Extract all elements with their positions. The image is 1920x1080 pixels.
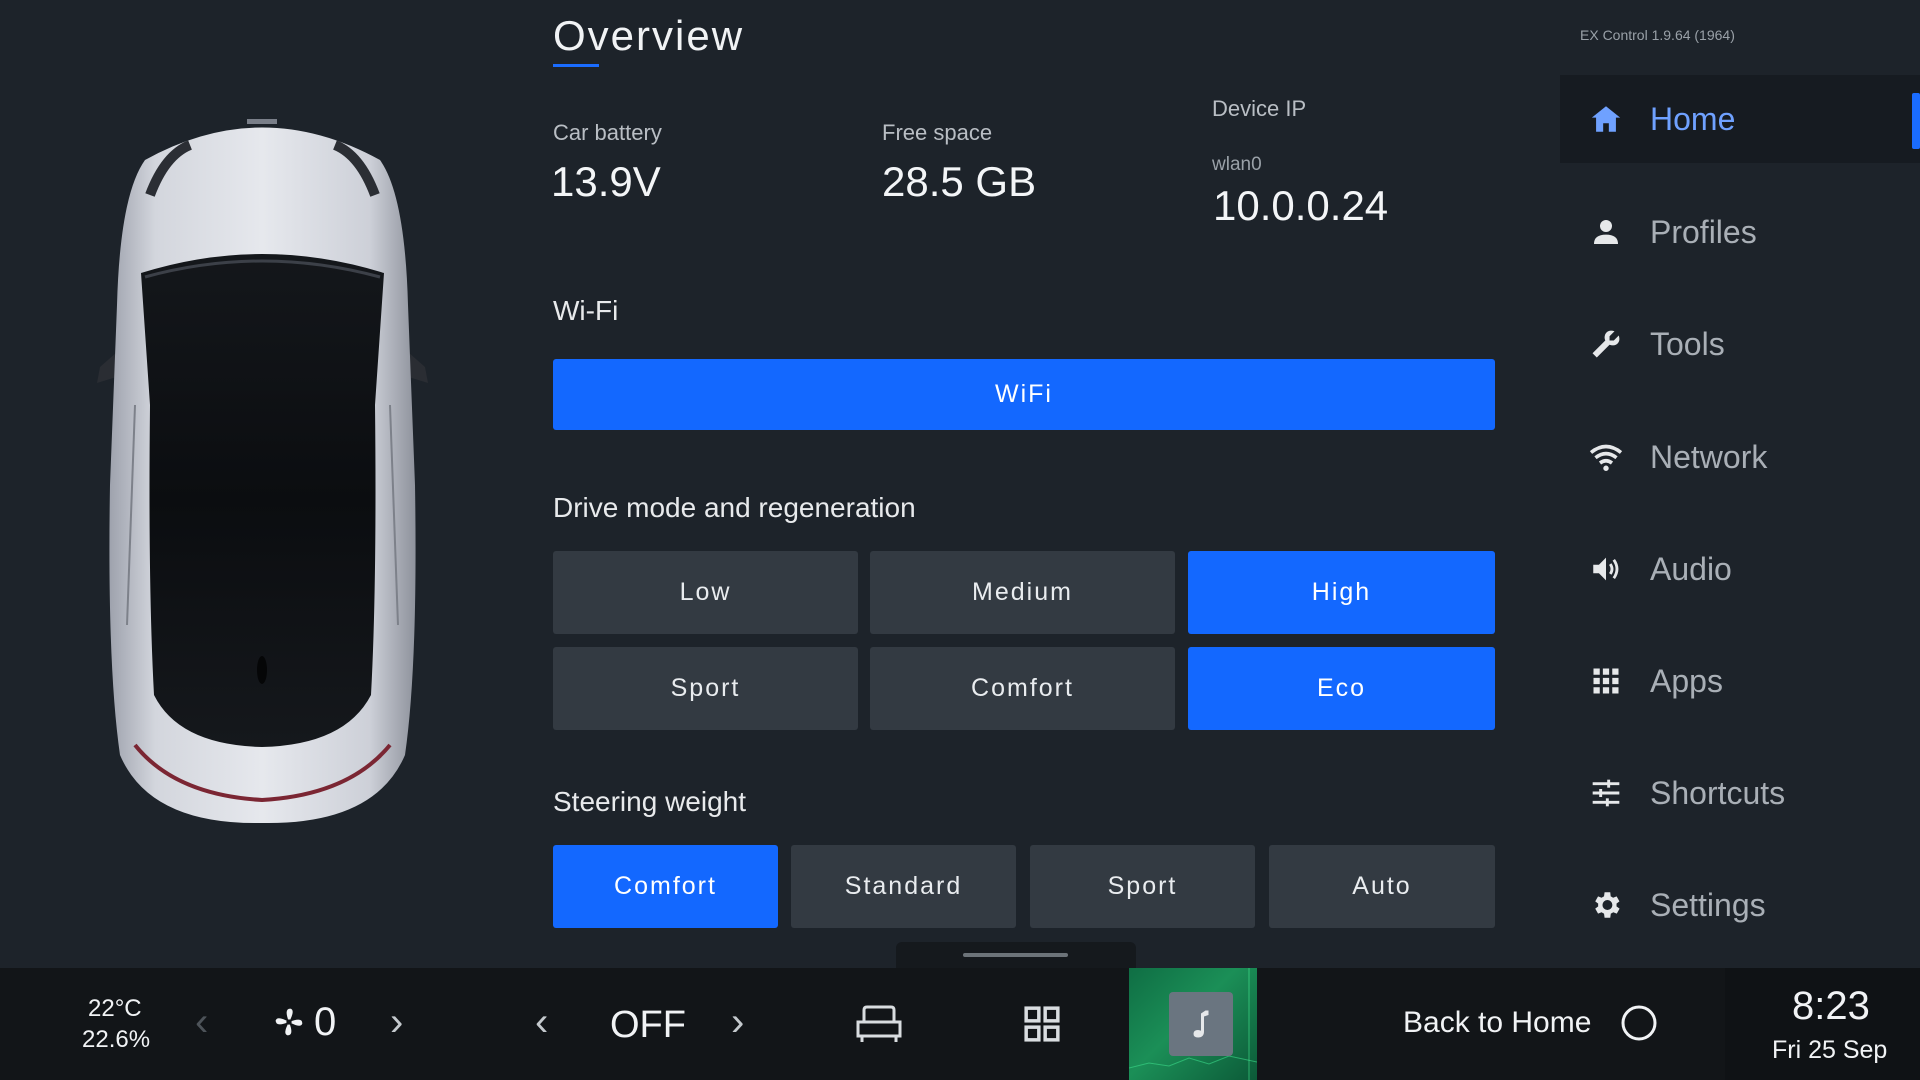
sidebar-item-profiles[interactable]: Profiles — [1560, 188, 1920, 276]
clock-date: Fri 25 Sep — [1772, 1036, 1888, 1064]
title-underline — [553, 64, 599, 67]
apps-grid-icon[interactable] — [1023, 1005, 1061, 1048]
grid-icon — [1586, 661, 1626, 701]
fan-decrease-chevron-icon[interactable]: ‹ — [195, 1002, 208, 1042]
drive-mode-section-title: Drive mode and regeneration — [553, 492, 916, 523]
drive-mode-sport-button[interactable]: Sport — [553, 647, 858, 730]
sidebar-item-home[interactable]: Home — [1560, 75, 1920, 163]
app-version: EX Control 1.9.64 (1964) — [1580, 27, 1735, 43]
regen-medium-button[interactable]: Medium — [870, 551, 1175, 634]
regen-low-button[interactable]: Low — [553, 551, 858, 634]
car-top-view-image — [75, 105, 450, 835]
steering-auto-button[interactable]: Auto — [1269, 845, 1495, 928]
sidebar-item-network[interactable]: Network — [1560, 413, 1920, 501]
active-nav-indicator — [1912, 93, 1920, 149]
back-to-home-label[interactable]: Back to Home — [1403, 1006, 1591, 1040]
regen-high-button[interactable]: High — [1188, 551, 1495, 634]
wifi-button[interactable]: WiFi — [553, 359, 1495, 430]
ac-next-chevron-icon[interactable]: › — [731, 1002, 744, 1042]
wifi-icon — [1586, 437, 1626, 477]
wifi-section-title: Wi-Fi — [553, 295, 619, 326]
climate-temperature: 22°C — [88, 995, 142, 1022]
sidebar-item-label: Network — [1650, 438, 1768, 475]
ac-status: OFF — [610, 1004, 686, 1046]
drag-handle[interactable] — [963, 953, 1068, 957]
sidebar-item-label: Shortcuts — [1650, 774, 1786, 811]
fan-speed-value: 0 — [314, 1000, 337, 1044]
sidebar-item-label: Apps — [1650, 662, 1723, 699]
steering-standard-button[interactable]: Standard — [791, 845, 1016, 928]
sidebar-item-tools[interactable]: Tools — [1560, 300, 1920, 388]
home-circle-icon[interactable] — [1620, 1004, 1658, 1047]
clock-time: 8:23 — [1792, 984, 1870, 1028]
car-battery-label: Car battery — [553, 120, 662, 145]
steering-sport-button[interactable]: Sport — [1030, 845, 1255, 928]
sliders-icon — [1586, 773, 1626, 813]
music-note-icon — [1169, 992, 1233, 1056]
home-icon — [1586, 99, 1626, 139]
gear-icon — [1586, 885, 1626, 925]
device-ip-interface: wlan0 — [1212, 154, 1262, 175]
sidebar-item-label: Tools — [1650, 325, 1725, 362]
ac-previous-chevron-icon[interactable]: ‹ — [535, 1002, 548, 1042]
car-battery-value: 13.9V — [551, 158, 661, 205]
climate-humidity: 22.6% — [82, 1026, 151, 1053]
fan-icon — [273, 1006, 305, 1043]
wrench-icon — [1586, 324, 1626, 364]
sidebar-item-label: Home — [1650, 100, 1736, 137]
drive-mode-comfort-button[interactable]: Comfort — [870, 647, 1175, 730]
device-ip-label: Device IP — [1212, 96, 1307, 121]
steering-comfort-button[interactable]: Comfort — [553, 845, 778, 928]
fan-increase-chevron-icon[interactable]: › — [390, 1002, 403, 1042]
sidebar-item-settings[interactable]: Settings — [1560, 861, 1920, 949]
drive-mode-eco-button[interactable]: Eco — [1188, 647, 1495, 730]
sidebar-item-apps[interactable]: Apps — [1560, 637, 1920, 725]
seat-icon[interactable] — [855, 1004, 903, 1049]
sidebar-item-shortcuts[interactable]: Shortcuts — [1560, 749, 1920, 837]
sidebar-item-label: Settings — [1650, 886, 1766, 923]
steering-section-title: Steering weight — [553, 786, 747, 817]
speaker-icon — [1586, 549, 1626, 589]
person-icon — [1586, 212, 1626, 252]
page-title: Overview — [553, 12, 745, 59]
free-space-label: Free space — [882, 120, 993, 145]
sidebar-item-label: Profiles — [1650, 213, 1757, 250]
sidebar-item-audio[interactable]: Audio — [1560, 525, 1920, 613]
free-space-value: 28.5 GB — [882, 158, 1037, 205]
sidebar-item-label: Audio — [1650, 550, 1732, 587]
device-ip-value: 10.0.0.24 — [1213, 182, 1389, 229]
